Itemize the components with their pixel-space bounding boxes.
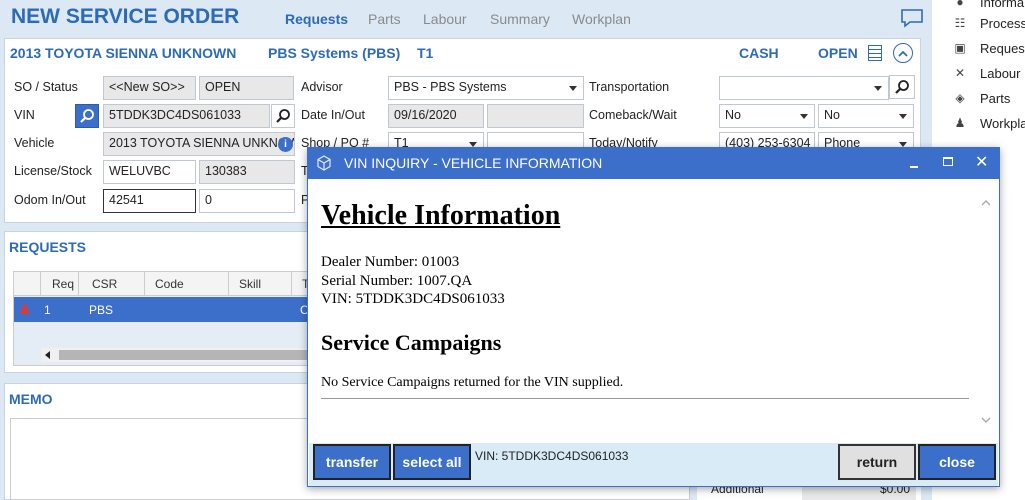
vin-lookup-button[interactable] (75, 104, 99, 128)
comeback-wait-label: Comeback/Wait (589, 108, 677, 122)
layers-icon: ◈ (955, 91, 965, 105)
odom-out-field[interactable]: 0 (199, 189, 295, 213)
license-stock-label: License/Stock (14, 164, 92, 178)
page-title: NEW SERVICE ORDER (11, 5, 240, 28)
so-status-label: SO / Status (14, 80, 78, 94)
column-skill[interactable]: Skill (229, 272, 292, 296)
vin-line: VIN: 5TDDK3DC4DS061033 (321, 291, 505, 307)
advisor-select[interactable]: PBS - PBS Systems (388, 76, 584, 100)
close-icon[interactable]: ✕ (975, 152, 988, 172)
vehicle-label: Vehicle (14, 136, 55, 150)
so-number-field: <<New SO>> (103, 76, 196, 100)
vehicle-bar-title: 2013 TOYOTA SIENNA UNKNOWN (10, 45, 237, 61)
status-field: OPEN (199, 76, 294, 100)
search-icon (276, 109, 290, 123)
vin-search-button[interactable] (271, 104, 295, 128)
transfer-button[interactable]: transfer (313, 444, 391, 480)
row-csr: PBS (89, 303, 114, 317)
chat-icon[interactable] (900, 8, 924, 28)
search-icon (80, 109, 94, 123)
vehicle-field: 2013 TOYOTA SIENNA UNKNOWN (103, 132, 295, 156)
minimize-icon[interactable] (910, 166, 918, 168)
divider (321, 398, 969, 399)
search-icon (895, 80, 909, 94)
grid-corner (14, 272, 41, 296)
sidebar-item-information[interactable]: ● Informa (952, 0, 1024, 12)
customer-icon: ♟ (18, 301, 36, 318)
scroll-thumb[interactable] (59, 350, 323, 360)
odom-in-field[interactable]: 42541 (103, 189, 196, 213)
tab-workplan[interactable]: Workplan (572, 11, 631, 27)
row-req: 1 (44, 303, 51, 317)
vehicle-bar-dealer: PBS Systems (PBS) (268, 45, 401, 61)
stock-field: 130383 (199, 160, 295, 184)
table-row[interactable]: ♟ 1 PBS C (14, 297, 323, 322)
wait-select[interactable]: No (818, 104, 914, 128)
vehicle-info-icon[interactable]: i (278, 137, 293, 152)
column-req[interactable]: Req (41, 272, 79, 296)
date-in-out-label: Date In/Out (301, 108, 365, 122)
clipboard-icon: ▣ (954, 41, 966, 55)
sidebar-item-workplan[interactable]: ♟ Workpla (952, 113, 1025, 133)
vin-field[interactable]: 5TDDK3DC4DS061033 (103, 104, 270, 128)
requests-title: REQUESTS (9, 239, 87, 255)
transportation-label: Transportation (589, 80, 670, 94)
tab-requests[interactable]: Requests (285, 11, 348, 27)
process-icon: ☷ (954, 16, 966, 30)
vertical-scrollbar[interactable] (978, 195, 994, 431)
payment-type: CASH (739, 45, 779, 61)
transport-search-button[interactable] (889, 75, 915, 99)
tools-icon: ✕ (954, 66, 966, 80)
license-field[interactable]: WELUVBC (103, 160, 196, 184)
footer-vin: VIN: 5TDDK3DC4DS061033 (475, 449, 629, 463)
close-button[interactable]: close (918, 444, 996, 480)
scroll-up-icon[interactable] (981, 199, 991, 206)
order-status: OPEN (818, 45, 858, 61)
campaigns-text: No Service Campaigns returned for the VI… (321, 375, 624, 390)
column-csr[interactable]: CSR (79, 272, 145, 296)
collapse-icon[interactable] (893, 43, 913, 63)
tab-parts[interactable]: Parts (368, 11, 401, 27)
scroll-left-icon[interactable] (45, 351, 50, 359)
scroll-down-icon[interactable] (981, 417, 991, 424)
comeback-select[interactable]: No (719, 104, 815, 128)
sidebar-item-labour[interactable]: ✕ Labour (952, 63, 1021, 83)
dialog-title: VIN INQUIRY - VEHICLE INFORMATION (344, 155, 603, 171)
maximize-icon[interactable] (943, 157, 953, 166)
sidebar-item-process[interactable]: ☷ Process (952, 13, 1025, 33)
memo-title: MEMO (9, 391, 53, 407)
horizontal-scrollbar[interactable] (41, 348, 323, 362)
vehicle-info-heading: Vehicle Information (321, 200, 561, 231)
dealer-number: Dealer Number: 01003 (321, 254, 460, 270)
odom-label: Odom In/Out (14, 193, 86, 207)
transportation-select[interactable] (719, 76, 889, 100)
advisor-label: Advisor (301, 80, 343, 94)
document-icon[interactable] (868, 45, 882, 61)
date-out-field (487, 104, 584, 128)
worker-icon: ♟ (954, 116, 966, 130)
select-all-button[interactable]: select all (393, 444, 471, 480)
date-in-field: 09/16/2020 (388, 104, 484, 128)
tab-summary[interactable]: Summary (490, 11, 550, 27)
column-code[interactable]: Code (145, 272, 229, 296)
info-icon: ● (956, 0, 964, 9)
vin-label: VIN (14, 108, 35, 122)
campaigns-heading: Service Campaigns (321, 330, 502, 355)
serial-number: Serial Number: 1007.QA (321, 273, 473, 289)
return-button[interactable]: return (838, 444, 916, 480)
sidebar-item-requests[interactable]: ▣ Request (952, 38, 1025, 58)
sidebar-item-parts[interactable]: ◈ Parts (952, 88, 1010, 108)
cube-icon (316, 155, 332, 171)
vehicle-bar-code: T1 (417, 45, 434, 61)
dialog-content: Vehicle Information Dealer Number: 01003… (309, 181, 998, 443)
tab-labour[interactable]: Labour (423, 11, 467, 27)
